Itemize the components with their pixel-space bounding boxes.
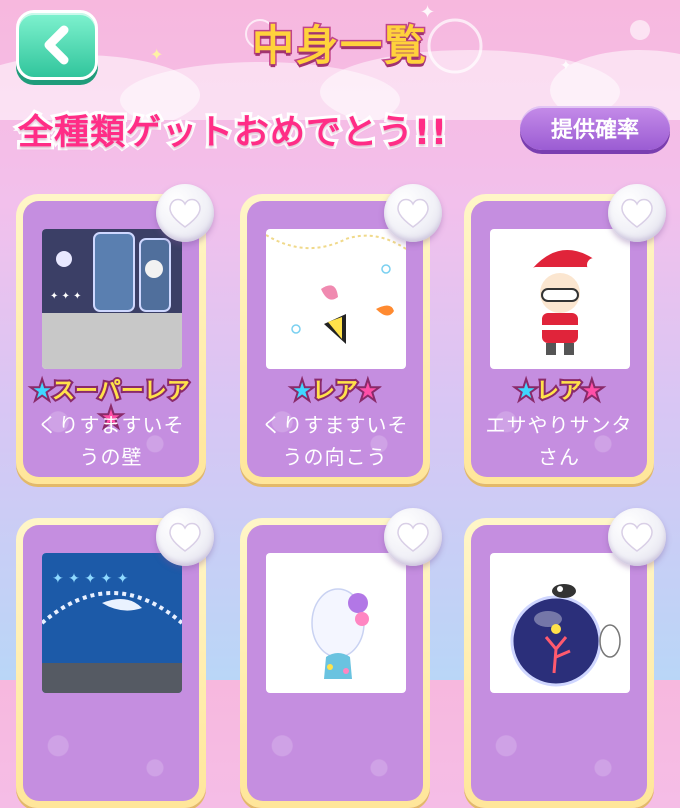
favorite-button-3[interactable] bbox=[608, 184, 666, 242]
drop-rates-button[interactable]: 提供確率 bbox=[520, 106, 670, 150]
item-thumbnail-2 bbox=[266, 229, 406, 369]
favorite-button-4[interactable] bbox=[156, 508, 214, 566]
item-thumbnail-3 bbox=[490, 229, 630, 369]
favorite-button-6[interactable] bbox=[608, 508, 666, 566]
item-thumbnail-5 bbox=[266, 553, 406, 693]
heart-icon bbox=[169, 198, 201, 228]
item-name-1: くりすますいそうの壁 bbox=[37, 413, 185, 469]
heart-icon bbox=[397, 198, 429, 228]
favorite-button-1[interactable] bbox=[156, 184, 214, 242]
item-name-2: くりすますいそうの向こう bbox=[261, 413, 409, 469]
page-title: 中身一覧 bbox=[250, 20, 428, 72]
favorite-button-5[interactable] bbox=[384, 508, 442, 566]
item-thumbnail-4: ✦ ✦ ✦ ✦ ✦ bbox=[42, 553, 182, 693]
item-rarity-2: ★レア★ bbox=[290, 376, 379, 406]
item-rarity-3: ★レア★ bbox=[514, 376, 603, 406]
heart-icon bbox=[621, 198, 653, 228]
heart-icon bbox=[397, 522, 429, 552]
heart-icon bbox=[169, 522, 201, 552]
completion-banner: 全種類ゲットおめでとう!! bbox=[15, 110, 450, 156]
svg-text:✦ ✦ ✦ ✦ ✦: ✦ ✦ ✦ ✦ ✦ bbox=[52, 571, 129, 587]
svg-text:✦ ✦ ✦: ✦ ✦ ✦ bbox=[50, 291, 82, 302]
favorite-button-2[interactable] bbox=[384, 184, 442, 242]
item-name-3: エサやりサンタさん bbox=[485, 413, 633, 469]
heart-icon bbox=[621, 522, 653, 552]
item-thumbnail-1: ✦ ✦ ✦ bbox=[42, 229, 182, 369]
item-thumbnail-6 bbox=[490, 553, 630, 693]
